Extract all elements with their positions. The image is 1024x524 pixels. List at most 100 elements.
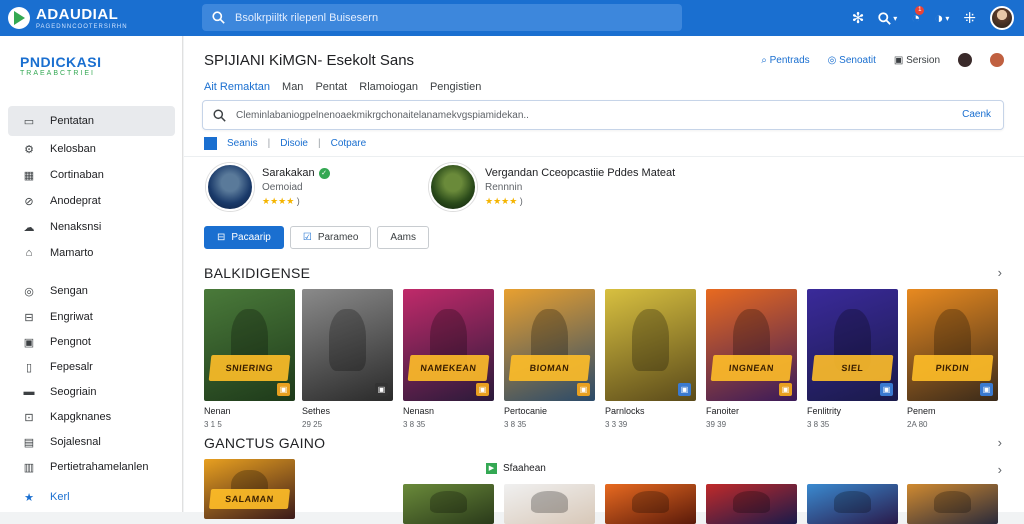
game-badge-icon: ▣ <box>375 383 388 396</box>
filter-pentat[interactable]: Pentat <box>315 81 347 93</box>
sidebar-item-0[interactable]: ▭ Pentatan <box>8 106 175 136</box>
help-icon[interactable]: ◑ ▾ <box>934 10 949 27</box>
user-avatar[interactable] <box>990 6 1014 30</box>
game-name[interactable]: Parnlocks <box>605 406 645 416</box>
content-search-button[interactable]: Caenk <box>962 109 991 120</box>
sidebar-item-icon: ◎ <box>24 285 34 298</box>
game-tile[interactable]: BIOMAN ▣ <box>504 289 595 401</box>
game-tile[interactable] <box>504 484 595 524</box>
developer-profile-1[interactable]: Sarakakan ✓ Oemoiad ★★★★ ) <box>206 163 330 211</box>
search-menu-icon[interactable]: ▾ <box>878 11 897 25</box>
game-name[interactable]: Penem <box>907 406 936 416</box>
sidebar-brand: PNDICKASI TRAEABCTRIEI <box>20 54 102 77</box>
game-tile[interactable]: SIEL ▣ <box>807 289 898 401</box>
sidebar-item-label: Seogriain <box>50 386 97 398</box>
chevron-right-icon[interactable]: › <box>998 265 1002 280</box>
game-tile[interactable] <box>403 484 494 524</box>
sidebar-item-13[interactable]: ▥ Pertietrahamelanlen <box>8 452 175 482</box>
sidebar-item-label: Anodeprat <box>50 195 101 207</box>
game-tile[interactable]: SALAMAN <box>204 459 295 519</box>
game-tile[interactable]: INGNEAN ▣ <box>706 289 797 401</box>
developer-avatar <box>429 163 477 211</box>
game-tile[interactable] <box>706 484 797 524</box>
tab-disoie[interactable]: Disoie <box>280 138 308 149</box>
sidebar-item-icon: ▤ <box>23 436 35 449</box>
sidebar-item-icon: ▦ <box>23 169 35 182</box>
sidebar-item-label: Pengnot <box>50 336 91 348</box>
notification-badge: 1 <box>915 5 925 15</box>
sidebar-item-label: Pentatan <box>50 115 95 127</box>
game-tile[interactable] <box>605 484 696 524</box>
select-all-checkbox[interactable] <box>204 137 217 150</box>
game-tile[interactable]: ▣ <box>302 289 393 401</box>
list-icon: ⊟ <box>217 232 226 243</box>
rating-count: ) <box>296 196 300 206</box>
developer-subtitle: Rennnin <box>485 182 523 193</box>
game-title-art: SALAMAN <box>208 489 291 509</box>
sidebar-brand-title: PNDICKASI <box>20 54 102 70</box>
game-tile[interactable]: ▣ <box>605 289 696 401</box>
sidebar-item-5[interactable]: ⌂ Mamarto <box>8 238 175 268</box>
game-name[interactable]: Pertocanie <box>504 406 547 416</box>
game-tile[interactable]: NAMEKEAN ▣ <box>403 289 494 401</box>
game-tile[interactable] <box>907 484 998 524</box>
header-action-pentrads[interactable]: ⌕ Pentrads <box>761 55 809 66</box>
rating-stars: ★★★★ ) <box>262 196 300 206</box>
header-action-sersion[interactable]: ▣ Sersion <box>894 55 940 66</box>
developer-name: Sarakakan <box>262 167 315 179</box>
aams-button[interactable]: Aams <box>377 226 429 249</box>
game-tile[interactable] <box>807 484 898 524</box>
settings-icon[interactable]: ✻ <box>852 9 865 27</box>
game-name[interactable]: Nenan <box>204 406 231 416</box>
game-download-count: 39 39 <box>706 420 727 429</box>
divider <box>184 156 1024 157</box>
sidebar-item-icon: ⌂ <box>25 247 33 259</box>
filter-man[interactable]: Man <box>282 81 303 93</box>
filter-rlamoiogan[interactable]: Rlamoiogan <box>359 81 418 93</box>
game-badge-icon: ▣ <box>880 383 893 396</box>
filter-pengistien[interactable]: Pengistien <box>430 81 481 93</box>
notifications-icon[interactable]: ◔ 1 <box>911 5 925 27</box>
tab-cotpare[interactable]: Cotpare <box>331 138 367 149</box>
tab-seanis[interactable]: Seanis <box>227 138 258 149</box>
game-name[interactable]: Nenasn <box>403 406 434 416</box>
collaborator-avatar[interactable] <box>958 53 972 67</box>
game-badge-icon: ▣ <box>476 383 489 396</box>
game-name[interactable]: Sethes <box>302 406 330 416</box>
sidebar-item-label: Sojalesnal <box>50 436 101 448</box>
game-badge-icon: ▣ <box>678 383 691 396</box>
brand-title: ADAUDIAL <box>36 5 119 23</box>
tab-separator: | <box>317 138 321 149</box>
sidebar-item-icon: ⊡ <box>24 411 34 424</box>
primary-action-button[interactable]: ⊟ Pacaarip <box>204 226 284 249</box>
tabs-row: Seanis | Disoie | Cotpare <box>204 137 366 150</box>
developer-profile-2[interactable]: Vergandan Cceopcastiie Pddes Mateat Renn… <box>429 163 675 211</box>
global-search-input[interactable]: Bsolkrpiiltk rilepenl Buisesern <box>202 4 682 31</box>
page-title: SPIJIANI KiMGN- Esekolt Sans <box>204 52 415 69</box>
tab-separator: | <box>267 138 271 149</box>
parameter-button[interactable]: ☑ Parameo <box>289 226 372 249</box>
chevron-right-icon[interactable]: › <box>998 435 1002 450</box>
sidebar-item-label: Cortinaban <box>50 169 104 181</box>
filter-all[interactable]: Ait Remaktan <box>204 81 270 93</box>
collaborator-avatar[interactable] <box>990 53 1004 67</box>
game-character-art <box>934 491 971 514</box>
game-tile[interactable]: SNIERING ▣ <box>204 289 295 401</box>
content-search-input[interactable]: Cleminlabaniogpelnenoaekmikrgchonaitelan… <box>202 100 1004 130</box>
game-name[interactable]: Fenlitrity <box>807 406 841 416</box>
developer-avatar <box>206 163 254 211</box>
sidebar-item-label: Kerl <box>50 491 70 503</box>
app-logo[interactable]: ADAUDIAL PAGEDNNCOOTERSIRHN <box>8 7 198 30</box>
header-action-senoatit[interactable]: ◎ Senoatit <box>828 55 876 66</box>
play-logo-icon <box>8 7 30 29</box>
content-search-value: Cleminlabaniogpelnenoaekmikrgchonaitelan… <box>236 109 529 121</box>
action-buttons: ⊟ Pacaarip ☑ Parameo Aams <box>204 226 429 249</box>
play-badge-icon: ▶ <box>486 463 497 474</box>
rating-stars: ★★★★ ) <box>485 196 523 206</box>
search-icon <box>213 108 226 122</box>
game-name[interactable]: Fanoiter <box>706 406 739 416</box>
apps-icon[interactable]: ⁜ <box>963 9 976 27</box>
sidebar-item-14[interactable]: ★ Kerl <box>8 482 175 512</box>
game-tile[interactable]: PIKDIN ▣ <box>907 289 998 401</box>
chevron-right-icon[interactable]: › <box>998 462 1002 477</box>
